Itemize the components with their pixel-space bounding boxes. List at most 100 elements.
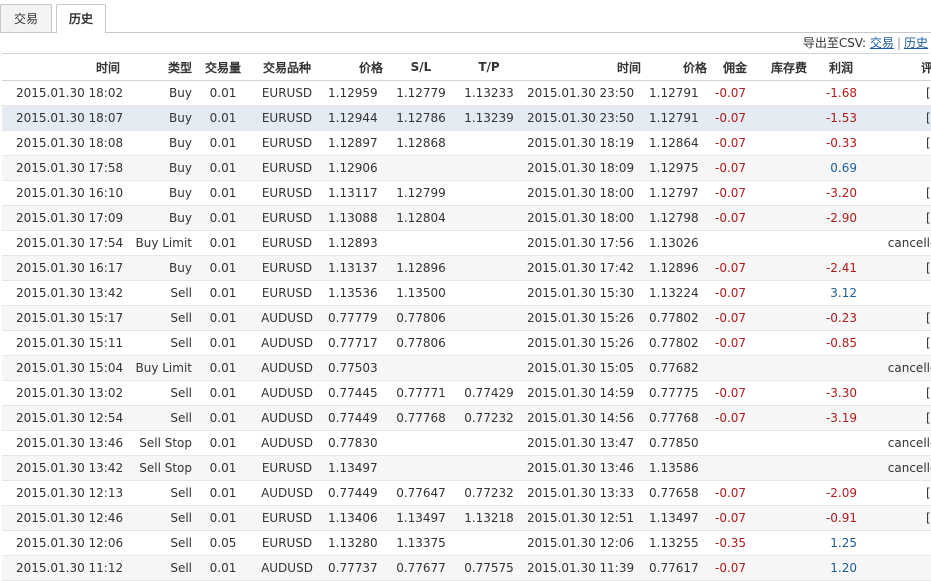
cell-open-time: 2015.01.30 18:08: [16, 136, 124, 150]
tab-trade[interactable]: 交易: [0, 4, 52, 32]
table-row[interactable]: 2015.01.30 17:54 Buy Limit 0.01 EURUSD 1.128…: [2, 231, 931, 256]
table-row[interactable]: 2015.01.30 12:13 Sell 0.01 AUDUSD 0.77449 0.7…: [2, 481, 931, 506]
cell-swap: [751, 456, 811, 481]
cell-profit: -0.85: [825, 336, 857, 350]
cell-close-price: 1.12798: [649, 211, 699, 225]
table-row[interactable]: 2015.01.30 15:11 Sell 0.01 AUDUSD 0.77717 0.7…: [2, 331, 931, 356]
cell-tp: 1.13233: [464, 86, 514, 100]
table-row[interactable]: 2015.01.30 15:04 Buy Limit 0.01 AUDUSD 0.775…: [2, 355, 931, 381]
col-header-symbol[interactable]: 交易品种: [250, 54, 324, 81]
cell-profit: -2.90: [825, 211, 857, 225]
table-row[interactable]: 2015.01.30 17:58 Buy 0.01 EURUSD 1.12906 2015…: [2, 155, 931, 181]
cell-volume: 0.01: [209, 436, 237, 450]
cell-open-price: 0.77449: [328, 411, 378, 425]
table-row[interactable]: 2015.01.30 18:02 Buy 0.01 EURUSD 1.12959 1.12…: [2, 81, 931, 106]
cell-comment: [sl]: [926, 511, 931, 525]
cell-volume: 0.01: [209, 111, 237, 125]
cell-comment: [sl]: [926, 261, 931, 275]
cell-swap: [751, 356, 811, 381]
col-header-comment[interactable]: 评论: [871, 54, 931, 81]
cell-sl: 1.13497: [396, 511, 446, 525]
table-row[interactable]: 2015.01.30 16:10 Buy 0.01 EURUSD 1.13117 1.12…: [2, 181, 931, 206]
cell-swap: [751, 106, 811, 131]
cell-close-price: 1.12896: [649, 261, 699, 275]
cell-type: Buy Limit: [135, 361, 192, 375]
cell-comment: [871, 556, 931, 581]
cell-symbol: EURUSD: [261, 161, 313, 175]
col-header-volume[interactable]: 交易量: [196, 54, 250, 81]
table-row[interactable]: 2015.01.30 17:09 Buy 0.01 EURUSD 1.13088 1.12…: [2, 205, 931, 231]
cell-close-price: 0.77617: [649, 561, 699, 575]
col-header-close-price[interactable]: 价格: [645, 54, 711, 81]
tab-history[interactable]: 历史: [56, 4, 106, 33]
cell-open-price: 0.77445: [328, 386, 378, 400]
table-row[interactable]: 2015.01.30 16:17 Buy 0.01 EURUSD 1.13137 1.12…: [2, 255, 931, 281]
cell-close-price: 0.77658: [649, 486, 699, 500]
cell-profit: [811, 231, 871, 256]
col-header-open-price[interactable]: 价格: [324, 54, 387, 81]
cell-open-time: 2015.01.30 15:04: [16, 361, 124, 375]
cell-close-time: 2015.01.30 17:56: [527, 236, 635, 250]
table-row[interactable]: 2015.01.30 11:12 Sell 0.01 AUDUSD 0.77737 0.7…: [2, 555, 931, 581]
col-header-close-time[interactable]: 时间: [523, 54, 645, 81]
cell-comment: [sl]: [926, 86, 931, 100]
cell-open-time: 2015.01.30 11:12: [16, 561, 124, 575]
cell-sl: 1.12779: [396, 86, 446, 100]
col-header-open-time[interactable]: 时间: [2, 54, 124, 81]
col-header-swap[interactable]: 库存费: [751, 54, 811, 81]
cell-swap: [751, 206, 811, 231]
col-header-commission[interactable]: 佣金: [711, 54, 751, 81]
cell-open-price: 1.12906: [328, 161, 378, 175]
table-row[interactable]: 2015.01.30 13:46 Sell Stop 0.01 AUDUSD 0.778…: [2, 431, 931, 456]
cell-comment: [sl]: [926, 411, 931, 425]
table-row[interactable]: 2015.01.30 13:42 Sell Stop 0.01 EURUSD 1.134…: [2, 455, 931, 481]
cell-sl: [387, 431, 455, 456]
cell-close-price: 0.77802: [649, 311, 699, 325]
export-history-link[interactable]: 历史: [904, 36, 928, 50]
cell-type: Sell: [170, 411, 192, 425]
cell-tp: [455, 306, 523, 331]
cell-open-time: 2015.01.30 13:42: [16, 461, 124, 475]
cell-commission: -0.35: [715, 536, 747, 550]
table-row[interactable]: 2015.01.30 15:17 Sell 0.01 AUDUSD 0.77779 0.7…: [2, 305, 931, 331]
cell-tp: [455, 331, 523, 356]
cell-close-price: 1.12797: [649, 186, 699, 200]
cell-profit: [811, 456, 871, 481]
cell-comment: [sl]: [926, 311, 931, 325]
table-row[interactable]: 2015.01.30 12:54 Sell 0.01 AUDUSD 0.77449 0.7…: [2, 405, 931, 431]
cell-type: Sell: [170, 386, 192, 400]
col-header-type[interactable]: 类型: [124, 54, 196, 81]
table-row[interactable]: 2015.01.30 13:42 Sell 0.01 EURUSD 1.13536 1.1…: [2, 281, 931, 306]
cell-commission: [711, 456, 751, 481]
table-row[interactable]: 2015.01.30 12:46 Sell 0.01 EURUSD 1.13406 1.1…: [2, 505, 931, 531]
col-header-sl[interactable]: S/L: [387, 54, 455, 81]
cell-commission: [711, 431, 751, 456]
cell-close-price: 1.12864: [649, 136, 699, 150]
table-row[interactable]: 2015.01.30 12:06 Sell 0.05 EURUSD 1.13280 1.1…: [2, 531, 931, 556]
cell-tp: 0.77232: [464, 486, 514, 500]
tab-bar-divider: [0, 32, 931, 33]
cell-volume: 0.01: [209, 211, 237, 225]
cell-comment: [sl]: [926, 111, 931, 125]
table-row[interactable]: 2015.01.30 13:02 Sell 0.01 AUDUSD 0.77445 0.7…: [2, 381, 931, 406]
cell-close-time: 2015.01.30 12:06: [527, 536, 635, 550]
export-trade-link[interactable]: 交易: [870, 36, 894, 50]
cell-close-price: 1.13497: [649, 511, 699, 525]
col-header-profit[interactable]: 利润: [811, 54, 871, 81]
cell-comment: cancelled: [887, 236, 931, 250]
cell-open-time: 2015.01.30 18:02: [16, 86, 124, 100]
cell-comment: [871, 281, 931, 306]
cell-open-price: 1.13117: [328, 186, 378, 200]
cell-tp: [455, 456, 523, 481]
cell-open-time: 2015.01.30 18:07: [16, 111, 124, 125]
cell-profit: -3.19: [825, 411, 857, 425]
cell-tp: [455, 231, 523, 256]
cell-comment: [sl]: [926, 386, 931, 400]
cell-symbol: EURUSD: [261, 136, 313, 150]
table-row[interactable]: 2015.01.30 18:08 Buy 0.01 EURUSD 1.12897 1.12…: [2, 131, 931, 156]
col-header-tp[interactable]: T/P: [455, 54, 523, 81]
cell-open-price: 0.77717: [328, 336, 378, 350]
table-row[interactable]: 2015.01.30 18:07 Buy 0.01 EURUSD 1.12944 1.12…: [2, 105, 931, 131]
cell-open-price: 1.13497: [328, 461, 378, 475]
cell-comment: cancelled: [887, 461, 931, 475]
